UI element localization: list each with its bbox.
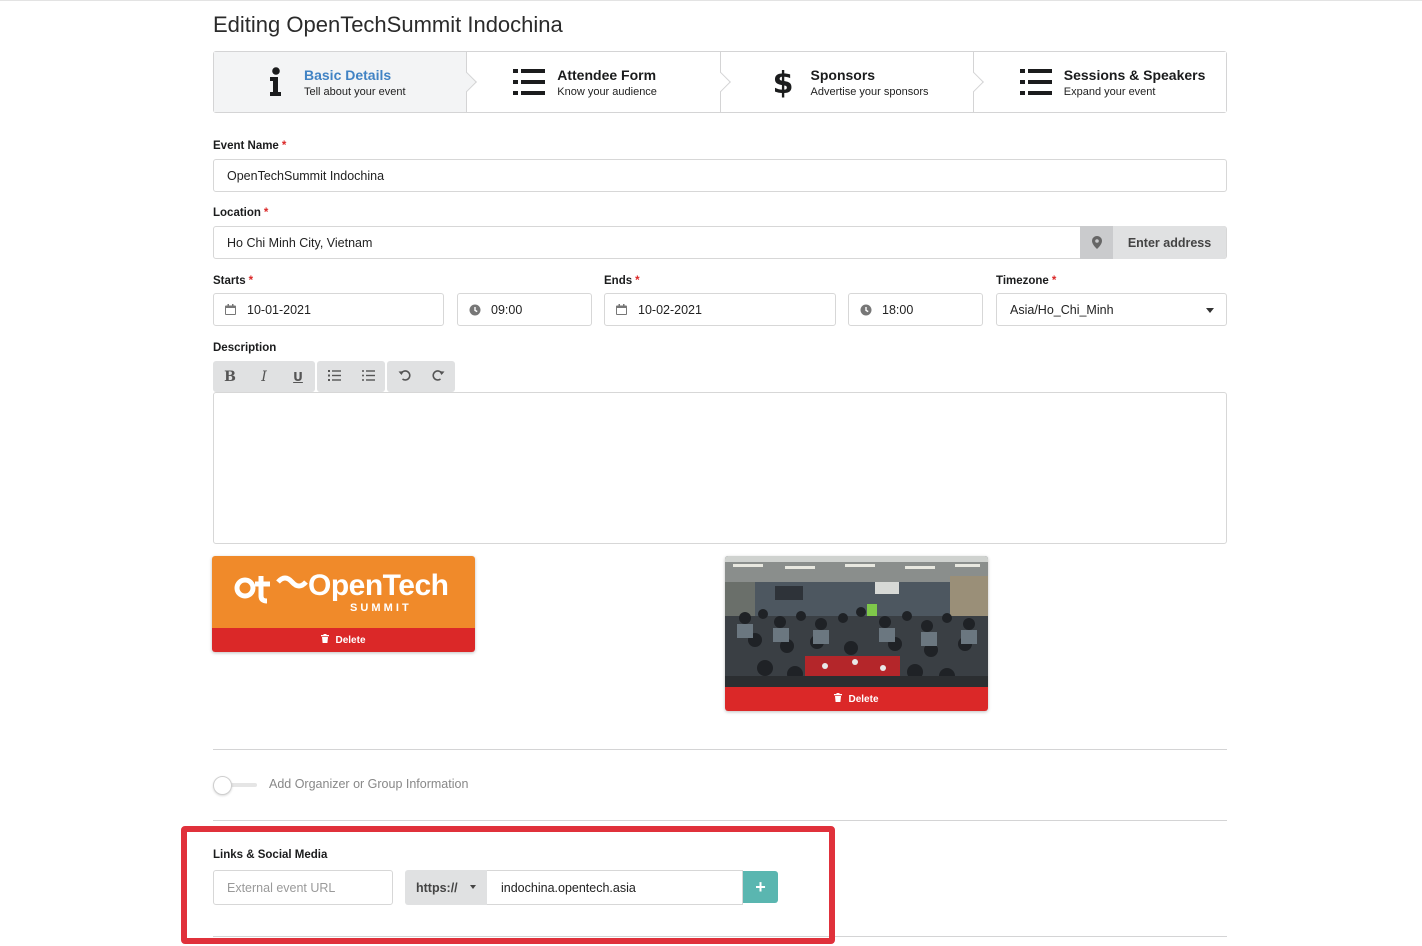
unordered-list-button[interactable] [351, 361, 385, 392]
divider [213, 820, 1227, 821]
starts-label: Starts * [213, 275, 253, 287]
input-value: OpenTechSummit Indochina [227, 168, 385, 183]
required-marker: * [248, 275, 254, 287]
cover-image-card: Delete [725, 556, 988, 711]
info-icon [256, 67, 296, 97]
page-title: Editing OpenTechSummit Indochina [213, 12, 563, 37]
editor-toolbar: B I U [213, 361, 455, 392]
start-date-input[interactable]: 10-01-2021 [213, 293, 444, 326]
bold-button[interactable]: B [213, 361, 247, 392]
clock-icon [458, 304, 491, 316]
label-text: Event Name [213, 140, 279, 152]
step-description: Know your audience [557, 85, 657, 98]
toggle-knob [213, 776, 232, 795]
required-marker: * [281, 140, 287, 152]
timezone-label: Timezone * [996, 275, 1056, 287]
delete-label: Delete [335, 634, 366, 646]
list-group [317, 361, 385, 392]
redo-icon [431, 369, 445, 385]
organizer-toggle[interactable] [213, 776, 257, 795]
logo-wordmark: OpenTech [308, 569, 449, 602]
list-icon [509, 69, 549, 95]
end-date-input[interactable]: 10-02-2021 [604, 293, 836, 326]
required-marker: * [263, 207, 269, 219]
logo-subtitle: S U M M I T [350, 602, 409, 614]
step-title: Basic Details [304, 66, 392, 83]
required-marker: * [1051, 275, 1057, 287]
button-label: Enter address [1127, 235, 1212, 250]
calendar-icon [605, 304, 638, 315]
step-description: Tell about your event [304, 85, 406, 98]
trash-icon [321, 634, 330, 646]
italic-button[interactable]: I [247, 361, 281, 392]
format-group: B I U [213, 361, 315, 392]
event-photo [725, 556, 988, 688]
label-text: Timezone [996, 275, 1049, 287]
undo-button[interactable] [387, 361, 421, 392]
organizer-toggle-label: Add Organizer or Group Information [269, 777, 469, 791]
start-time-input[interactable]: 09:00 [457, 293, 592, 326]
calendar-icon [214, 304, 247, 315]
ordered-list-button[interactable] [317, 361, 351, 392]
history-group [387, 361, 455, 392]
svg-text:$: $ [773, 66, 793, 98]
ends-label: Ends * [604, 275, 640, 287]
input-value: 18:00 [882, 302, 914, 317]
location-input[interactable]: Ho Chi Minh City, Vietnam Enter address [213, 226, 1227, 259]
dollar-icon: $ [763, 66, 803, 98]
select-value: Asia/Ho_Chi_Minh [1010, 302, 1114, 317]
undo-icon [398, 369, 411, 385]
step-sponsors[interactable]: $ Sponsors Advertise your sponsors [720, 52, 984, 112]
unordered-list-icon [361, 369, 375, 385]
step-basic-details[interactable]: Basic Details Tell about your event [214, 52, 478, 112]
step-attendee-form[interactable]: Attendee Form Know your audience [467, 52, 731, 112]
highlight-box [181, 826, 835, 944]
step-sessions-speakers[interactable]: Sessions & Speakers Expand your event [973, 52, 1226, 112]
map-marker-icon [1080, 226, 1113, 259]
label-text: Starts [213, 275, 246, 287]
logo-image: OpenTech S U M M I T [212, 556, 475, 628]
description-label: Description [213, 342, 277, 354]
delete-label: Delete [848, 693, 879, 705]
location-label: Location * [213, 207, 268, 219]
list-icon [1016, 69, 1056, 95]
input-value: 10-02-2021 [638, 302, 702, 317]
ordered-list-icon [327, 369, 341, 385]
input-value: 09:00 [491, 302, 523, 317]
delete-cover-button[interactable]: Delete [725, 687, 988, 711]
event-name-input[interactable]: OpenTechSummit Indochina [213, 159, 1227, 192]
label-text: Ends [604, 275, 633, 287]
timezone-select[interactable]: Asia/Ho_Chi_Minh [996, 293, 1227, 326]
clock-icon [849, 304, 882, 316]
input-value: Ho Chi Minh City, Vietnam [227, 235, 373, 250]
step-description: Advertise your sponsors [810, 85, 929, 98]
enter-address-button[interactable]: Enter address [1080, 226, 1226, 259]
divider [213, 749, 1227, 750]
step-title: Sessions & Speakers [1063, 66, 1206, 83]
step-title: Sponsors [810, 66, 876, 83]
top-divider [0, 0, 1422, 1]
underline-button[interactable]: U [281, 361, 315, 392]
dropdown-icon [1206, 308, 1214, 313]
step-description: Expand your event [1063, 85, 1156, 98]
event-name-label: Event Name * [213, 140, 286, 152]
label-text: Location [213, 207, 261, 219]
required-marker: * [635, 275, 640, 287]
wizard-steps: Basic Details Tell about your event Atte… [213, 51, 1227, 113]
trash-icon [834, 693, 843, 705]
end-time-input[interactable]: 18:00 [848, 293, 983, 326]
step-title: Attendee Form [557, 66, 657, 83]
delete-logo-button[interactable]: Delete [212, 628, 475, 652]
logo-image-card: OpenTech S U M M I T Delete [212, 556, 475, 652]
redo-button[interactable] [421, 361, 455, 392]
opentech-logo-mark [234, 575, 308, 604]
description-editor[interactable] [213, 392, 1227, 544]
input-value: 10-01-2021 [247, 302, 311, 317]
